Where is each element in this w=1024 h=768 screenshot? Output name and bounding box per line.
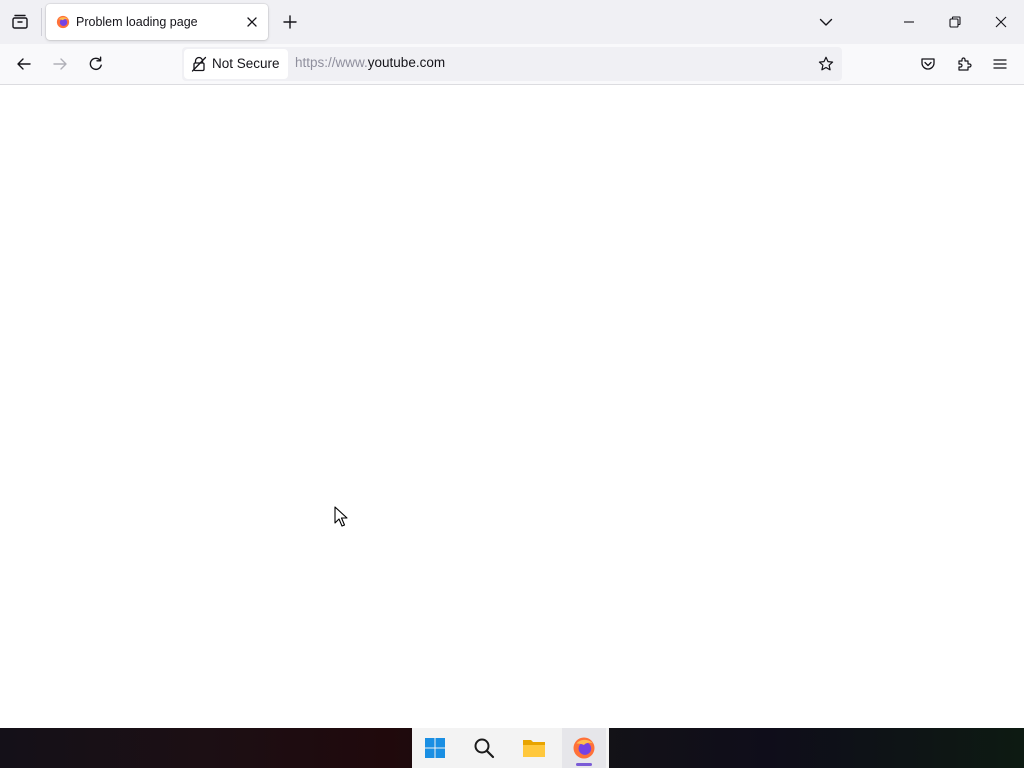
url-host: youtube.com	[367, 55, 446, 70]
bookmark-button[interactable]	[812, 50, 840, 78]
hamburger-icon	[993, 59, 1007, 69]
file-explorer-button[interactable]	[512, 728, 556, 768]
active-indicator	[576, 763, 592, 766]
start-icon	[425, 738, 445, 758]
firefox-taskbar-button[interactable]	[562, 728, 606, 768]
close-tab-button[interactable]	[242, 12, 262, 32]
puzzle-icon	[958, 57, 972, 71]
taskbar-search-button[interactable]	[462, 728, 506, 768]
new-tab-button[interactable]	[276, 8, 304, 36]
arrow-right-icon	[53, 58, 67, 70]
start-button[interactable]	[413, 728, 457, 768]
arrow-left-icon	[17, 58, 31, 70]
close-icon	[247, 17, 257, 27]
lock-warning-icon	[191, 56, 207, 72]
close-window-button[interactable]	[978, 0, 1024, 44]
reload-icon	[89, 56, 102, 71]
tab-active[interactable]: Problem loading page	[46, 4, 268, 40]
tab-bar: Problem loading page	[0, 0, 1024, 44]
restore-button[interactable]	[932, 0, 978, 44]
security-label: Not Secure	[212, 56, 280, 71]
list-all-tabs-button[interactable]	[812, 8, 840, 36]
taskbar-apps	[412, 728, 609, 768]
site-identity-button[interactable]: Not Secure	[184, 49, 288, 79]
back-button[interactable]	[8, 48, 40, 80]
minimize-button[interactable]	[886, 0, 932, 44]
tab-overview-icon	[12, 14, 28, 29]
taskbar	[0, 728, 1024, 768]
tab-title: Problem loading page	[76, 15, 198, 29]
plus-icon	[283, 15, 297, 29]
extensions-button[interactable]	[948, 48, 980, 80]
star-icon	[818, 56, 834, 71]
reload-button[interactable]	[80, 48, 112, 80]
firefox-icon	[573, 737, 595, 759]
url-field[interactable]: https://www.youtube.com	[295, 55, 445, 70]
firefox-icon	[56, 15, 70, 29]
chevron-down-icon	[819, 18, 833, 26]
close-icon	[995, 16, 1007, 28]
search-icon	[474, 738, 495, 759]
nav-bar: Not Secure https://www.youtube.com	[0, 44, 1024, 85]
forward-button[interactable]	[44, 48, 76, 80]
minimize-icon	[904, 21, 914, 23]
tab-separator	[41, 8, 42, 36]
app-menu-button[interactable]	[984, 48, 1016, 80]
pocket-button[interactable]	[912, 48, 944, 80]
address-bar[interactable]: Not Secure https://www.youtube.com	[182, 47, 842, 81]
tab-overview-button[interactable]	[6, 8, 34, 36]
restore-icon	[949, 16, 961, 28]
pocket-icon	[921, 58, 935, 70]
url-prefix: https://www.	[295, 55, 368, 70]
page-content	[0, 85, 1024, 728]
file-explorer-icon	[523, 740, 545, 757]
mouse-cursor-icon	[334, 506, 348, 527]
